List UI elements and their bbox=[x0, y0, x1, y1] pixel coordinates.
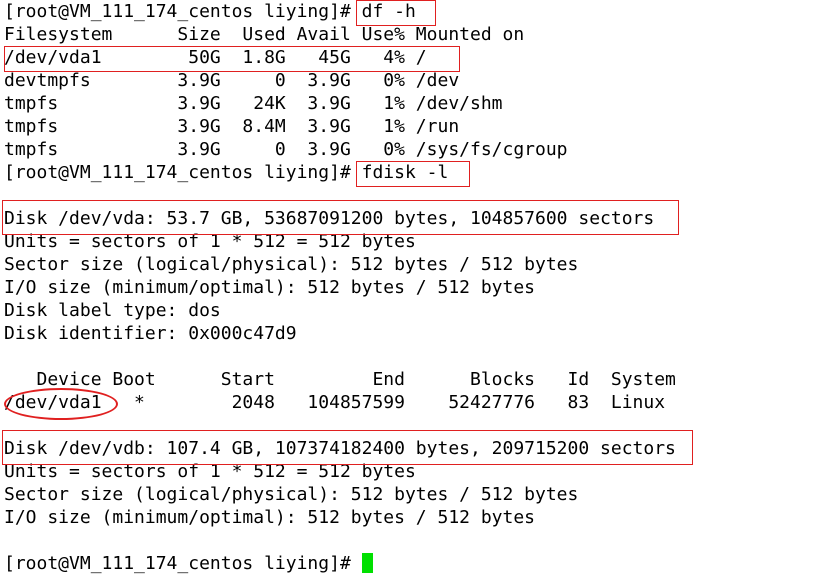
terminal-line-df-header: Filesystem Size Used Avail Use% Mounted … bbox=[4, 24, 525, 45]
terminal-line-units-vda: Units = sectors of 1 * 512 = 512 bytes bbox=[4, 231, 416, 252]
terminal-line-current-prompt[interactable]: [root@VM_111_174_centos liying]# bbox=[4, 552, 373, 575]
terminal-line-df-devtmpfs: devtmpfs 3.9G 0 3.9G 0% /dev bbox=[4, 70, 460, 91]
terminal-cursor bbox=[361, 553, 373, 573]
terminal-line-partition-header: Device Boot Start End Blocks Id System bbox=[4, 369, 676, 390]
terminal-line-df-tmpfs-shm: tmpfs 3.9G 24K 3.9G 1% /dev/shm bbox=[4, 93, 503, 114]
terminal-line-io-size-vdb: I/O size (minimum/optimal): 512 bytes / … bbox=[4, 507, 536, 528]
terminal-line-prompt-fdisk: [root@VM_111_174_centos liying]# fdisk -… bbox=[4, 162, 449, 183]
terminal-line-prompt-df: [root@VM_111_174_centos liying]# df -h bbox=[4, 1, 416, 22]
terminal-line-units-vdb: Units = sectors of 1 * 512 = 512 bytes bbox=[4, 461, 416, 482]
terminal-line-disk-identifier: Disk identifier: 0x000c47d9 bbox=[4, 323, 297, 344]
prompt-text: [root@VM_111_174_centos liying]# bbox=[4, 553, 362, 574]
terminal-line-label-type: Disk label type: dos bbox=[4, 300, 221, 321]
terminal-window[interactable]: [root@VM_111_174_centos liying]# df -h F… bbox=[0, 0, 834, 581]
terminal-line-df-tmpfs-run: tmpfs 3.9G 8.4M 3.9G 1% /run bbox=[4, 116, 460, 137]
terminal-line-io-size-vda: I/O size (minimum/optimal): 512 bytes / … bbox=[4, 277, 536, 298]
terminal-line-df-vda1: /dev/vda1 50G 1.8G 45G 4% / bbox=[4, 47, 427, 68]
terminal-line-partition-vda1: /dev/vda1 * 2048 104857599 52427776 83 L… bbox=[4, 392, 666, 413]
terminal-line-disk-vda: Disk /dev/vda: 53.7 GB, 53687091200 byte… bbox=[4, 208, 655, 229]
terminal-line-sector-size-vda: Sector size (logical/physical): 512 byte… bbox=[4, 254, 579, 275]
terminal-line-disk-vdb: Disk /dev/vdb: 107.4 GB, 107374182400 by… bbox=[4, 438, 676, 459]
terminal-line-df-tmpfs-cgroup: tmpfs 3.9G 0 3.9G 0% /sys/fs/cgroup bbox=[4, 139, 568, 160]
terminal-line-sector-size-vdb: Sector size (logical/physical): 512 byte… bbox=[4, 484, 579, 505]
